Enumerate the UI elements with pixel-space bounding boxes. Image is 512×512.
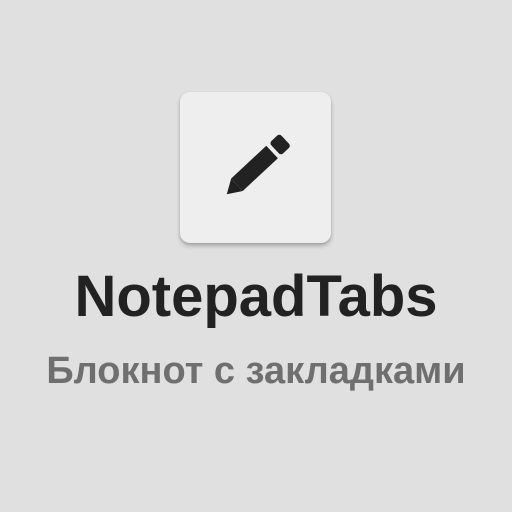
app-icon-tile <box>180 92 331 243</box>
app-subtitle: Блокнот с закладками <box>46 350 466 392</box>
pencil-icon <box>226 134 290 195</box>
app-title: NotepadTabs <box>74 264 438 329</box>
